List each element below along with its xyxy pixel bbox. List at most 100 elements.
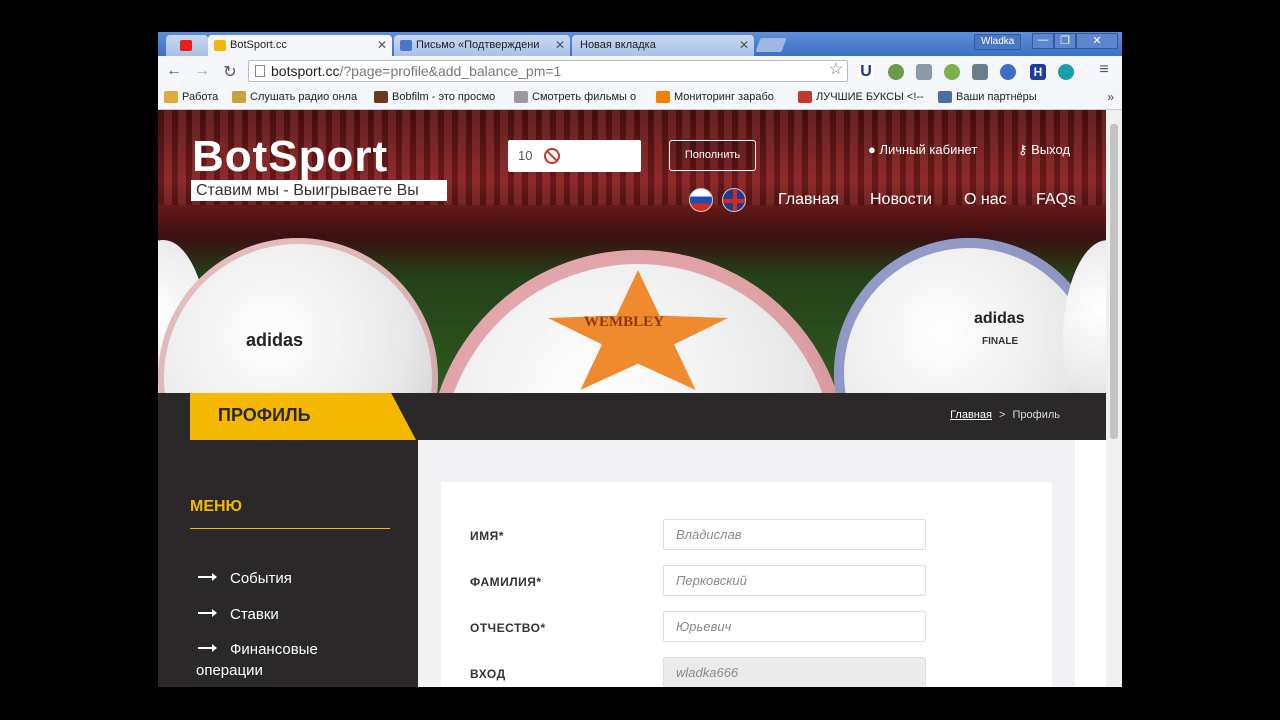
forward-arrow-icon[interactable]: →	[192, 62, 212, 80]
ball-image: WEMBLEY	[428, 250, 848, 393]
first-name-field[interactable]: Владислав	[663, 519, 926, 550]
maximize-button[interactable]: ❐	[1054, 33, 1076, 49]
reload-icon[interactable]: ↻	[220, 62, 240, 82]
flag-ru-icon[interactable]	[689, 188, 713, 212]
ball-brand-text: WEMBLEY	[584, 314, 665, 330]
bookmark-item[interactable]: Bobfilm - это просмо	[374, 91, 495, 103]
tab-label: Новая вкладка	[580, 39, 656, 51]
bs-icon	[214, 40, 226, 51]
hero-banner: adidas WEMBLEY adidas FINALE BotSport Ст…	[158, 110, 1106, 393]
ban-icon	[544, 148, 560, 164]
bookmark-item[interactable]: ЛУЧШИЕ БУКСЫ <!--	[798, 91, 924, 103]
menu-hamburger-icon[interactable]: ≡	[1094, 61, 1114, 79]
close-window-button[interactable]: ✕	[1076, 33, 1118, 49]
folder-icon	[164, 91, 178, 103]
page-title: ПРОФИЛЬ	[218, 405, 311, 425]
tab-youtube[interactable]	[166, 35, 208, 56]
tab-label: BotSport.cc	[230, 39, 287, 51]
bookmark-label: Ваши партнёры	[956, 91, 1037, 103]
back-arrow-icon[interactable]: ←	[164, 62, 184, 80]
menu-item-finance[interactable]: Финансовые операции	[196, 639, 376, 681]
nav-home[interactable]: Главная	[778, 191, 839, 209]
breadcrumb-current: Профиль	[1012, 409, 1061, 421]
u-extension-icon[interactable]: U	[858, 64, 874, 80]
url-host: botsport.cc	[271, 63, 340, 79]
page-title-strip: ПРОФИЛЬ Главная > Профиль	[158, 393, 1106, 440]
bookmark-label: Bobfilm - это просмо	[392, 91, 496, 103]
nav-faqs[interactable]: FAQs	[1036, 191, 1076, 209]
circle-extension-icon[interactable]	[1058, 64, 1074, 80]
patronymic-field[interactable]: Юрьевич	[663, 611, 926, 642]
user-icon: ●	[868, 142, 880, 157]
ball-brand-text: FINALE	[982, 336, 1019, 347]
mail-icon	[400, 40, 412, 51]
minimize-button[interactable]: —	[1032, 33, 1054, 49]
window-user-badge: Wladka	[974, 34, 1022, 50]
menu-title: МЕНЮ	[190, 498, 243, 515]
tab-close-icon[interactable]: ✕	[377, 38, 387, 52]
menu-divider	[190, 528, 390, 529]
bux-icon	[798, 91, 812, 103]
page-icon	[255, 65, 265, 77]
tab-new-page[interactable]: Новая вкладка ✕	[572, 35, 754, 56]
arrow-right-icon	[198, 573, 217, 582]
breadcrumb: Главная > Профиль	[950, 409, 1060, 421]
user-extension-icon[interactable]	[1000, 64, 1016, 80]
last-name-field[interactable]: Перковский	[663, 565, 926, 596]
scrollbar-thumb[interactable]	[1110, 124, 1118, 439]
bookmark-item[interactable]: Смотреть фильмы о	[514, 91, 636, 103]
bookmark-item[interactable]: Ваши партнёры	[938, 91, 1037, 103]
breadcrumb-separator: >	[999, 409, 1006, 421]
monitor-extension-icon[interactable]	[972, 64, 988, 80]
new-tab-button[interactable]	[755, 38, 787, 52]
tab-close-icon[interactable]: ✕	[739, 38, 749, 52]
bobfilm-icon	[374, 91, 388, 103]
top-extension-icon[interactable]	[944, 64, 960, 80]
login-field[interactable]: wladka666	[663, 657, 926, 687]
page-scrollbar[interactable]	[1106, 110, 1122, 687]
profile-content: ИМЯ* Владислав ФАМИЛИЯ* Перковский ОТЧЕС…	[418, 440, 1075, 687]
ball-image	[1063, 240, 1106, 393]
bookmark-item[interactable]: Слушать радио онла	[232, 91, 357, 103]
balance-value: 10	[518, 148, 533, 163]
login-label: ВХОД	[470, 667, 506, 681]
site-logo[interactable]: BotSport	[192, 132, 388, 182]
flag-uk-icon[interactable]	[722, 188, 746, 212]
bs-extension-icon[interactable]	[916, 64, 932, 80]
account-link[interactable]: ● Личный кабинет	[868, 142, 977, 157]
tab-close-icon[interactable]: ✕	[555, 38, 565, 52]
menu-item-events[interactable]: События	[198, 568, 378, 589]
address-bar[interactable]: botsport.cc/?page=profile&add_balance_pm…	[248, 60, 848, 82]
breadcrumb-home-link[interactable]: Главная	[950, 409, 992, 421]
bookmark-item[interactable]: Мониторинг зарабо	[656, 91, 774, 103]
bookmark-item[interactable]: Работа	[164, 91, 218, 103]
logout-link-label: Выход	[1031, 142, 1071, 157]
partners-icon	[938, 91, 952, 103]
topup-button[interactable]: Пополнить	[669, 140, 756, 171]
tab-botsport[interactable]: BotSport.cc ✕	[208, 35, 392, 56]
menu-item-bets[interactable]: Ставки	[198, 604, 378, 625]
menu-item-label: Ставки	[230, 606, 279, 623]
first-name-label: ИМЯ*	[470, 529, 504, 543]
bookmark-label: Мониторинг зарабо	[674, 91, 774, 103]
tab-bar: BotSport.cc ✕ Письмо «Подтверждени ✕ Нов…	[158, 32, 1122, 56]
bookmark-label: Работа	[182, 91, 219, 103]
globe-extension-icon[interactable]	[888, 64, 904, 80]
ball-image: adidas	[158, 238, 438, 393]
arrow-right-icon	[198, 609, 217, 618]
bookmarks-bar: Работа Слушать радио онла Bobfilm - это …	[158, 86, 1122, 110]
bookmarks-more-icon[interactable]: »	[1107, 90, 1114, 104]
radio-icon	[232, 91, 246, 103]
bookmark-label: Смотреть фильмы о	[532, 91, 637, 103]
sidebar-menu: МЕНЮ События Ставки Финансовые операции	[158, 440, 418, 687]
ball-brand-text: adidas	[974, 310, 1025, 327]
bookmark-star-icon[interactable]: ☆	[829, 60, 843, 80]
balance-input[interactable]: 10	[508, 140, 641, 172]
last-name-label: ФАМИЛИЯ*	[470, 575, 542, 589]
web-page: adidas WEMBLEY adidas FINALE BotSport Ст…	[158, 110, 1106, 687]
nav-news[interactable]: Новости	[870, 191, 932, 209]
h-extension-icon[interactable]: H	[1030, 64, 1046, 80]
tab-mail[interactable]: Письмо «Подтверждени ✕	[394, 35, 570, 56]
logout-link[interactable]: ⚷ Выход	[1018, 142, 1070, 158]
nav-about[interactable]: О нас	[964, 191, 1007, 209]
